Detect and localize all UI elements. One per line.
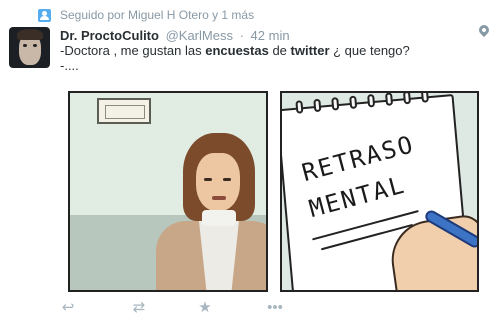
notepad-ring [349, 95, 358, 110]
wall-diploma [97, 98, 151, 124]
star-icon: ★ [198, 299, 212, 316]
reply-icon: ↩ [61, 299, 75, 316]
doctor-face [196, 153, 240, 211]
notepad-ring [331, 97, 340, 111]
tweet-text-line-2: -.... [60, 58, 79, 73]
favorite-button[interactable]: ★ [197, 300, 213, 316]
tweet-text: -Doctora , me gustan las encuestas de tw… [60, 43, 410, 73]
more-button[interactable]: ••• [266, 300, 284, 316]
avatar[interactable] [9, 27, 50, 68]
more-dots-icon: ••• [267, 299, 283, 316]
tweet-text-end: ¿ que tengo? [329, 43, 410, 58]
location-icon[interactable] [476, 22, 492, 38]
tweet-text-start: -Doctora , me gustan las [60, 43, 206, 58]
notepad-ring [367, 93, 376, 108]
notepad-ring [420, 93, 429, 103]
doctor-collar [202, 210, 236, 226]
hashtag-word-encuestas[interactable]: encuestas [205, 43, 269, 58]
avatar-eye [23, 44, 27, 47]
avatar-hair [17, 29, 43, 40]
author-name[interactable]: Dr. ProctoCulito [60, 28, 159, 43]
reply-button[interactable]: ↩ [60, 300, 76, 316]
social-context-text: Seguido por Miguel H Otero y 1 más [60, 8, 255, 22]
doctor-eye [223, 178, 231, 181]
retweet-button[interactable]: ⇄ [130, 300, 148, 316]
doctor-mouth [212, 196, 226, 200]
comic-panel-notepad[interactable]: RETRASO MENTAL [280, 91, 479, 292]
author-handle[interactable]: @KarlMess [166, 28, 233, 43]
doctor-eye [204, 178, 212, 181]
retweet-icon: ⇄ [132, 299, 146, 316]
hashtag-word-twitter[interactable]: twitter [291, 43, 330, 58]
tweet-text-line-1: -Doctora , me gustan las encuestas de tw… [60, 43, 410, 58]
notepad-ring [402, 93, 412, 105]
time-separator: · [239, 28, 244, 43]
notepad-ring [385, 93, 394, 106]
tweet-time[interactable]: 42 min [251, 28, 290, 43]
tweet-text-mid: de [268, 43, 291, 58]
comic-panel-doctor[interactable] [68, 91, 268, 292]
notepad-ring [313, 98, 322, 113]
avatar-eye [33, 44, 37, 47]
social-context[interactable]: Seguido por Miguel H Otero y 1 más [38, 7, 254, 23]
tweet-header: Dr. ProctoCulito @KarlMess · 42 min [60, 28, 290, 43]
notepad-ring [295, 100, 304, 114]
user-follow-icon [38, 8, 51, 22]
